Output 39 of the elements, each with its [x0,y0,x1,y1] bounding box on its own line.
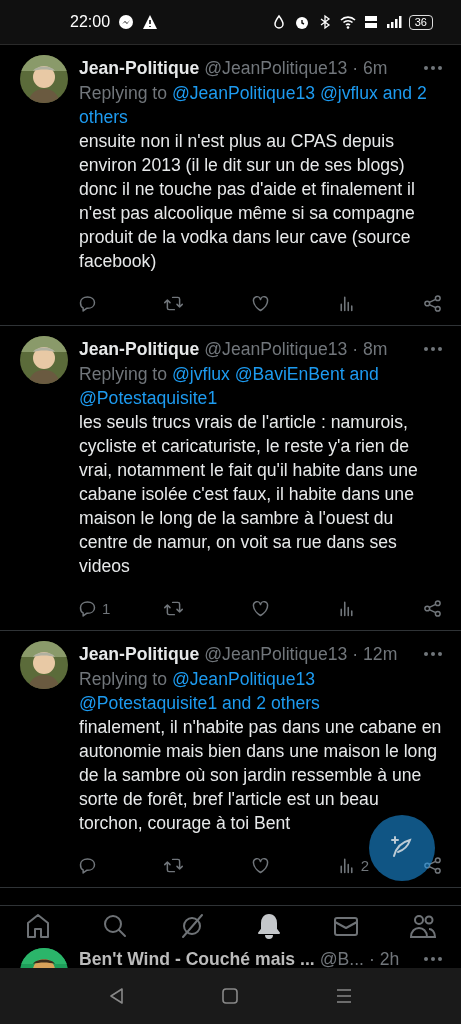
author-name[interactable]: Jean-Politique [79,57,200,79]
warning-icon [142,14,159,30]
reply-context: Replying to @JeanPolitique13 @jvflux and 2 others [79,82,428,129]
author-name[interactable]: Ben't Wind - Couché mais ... [79,948,315,968]
post-time: · 2h [368,948,400,968]
post-time: · 6m [352,57,388,79]
views-count: 2 [360,856,370,874]
author-handle[interactable]: @JeanPolitique13 [204,57,348,79]
more-icon[interactable] [423,956,443,962]
reply-count: 1 [102,599,111,617]
post-time: · 12m [352,643,398,665]
more-icon[interactable] [423,651,443,657]
post-text: finalement, il n'habite pas dans une cabane en autonomie mais bien dans une maison le long de la sambre où son jardin ressemble à une sorte de forêt, bref l'article est un beau torchon, courage à toi Bent [79,716,443,835]
signal-icon [385,14,402,30]
clock-time: 22:00 [70,13,111,31]
more-icon[interactable] [423,346,443,352]
author-handle[interactable]: @JeanPolitique13 [204,643,348,665]
reply-context: Replying to @JeanPolitique13 @Potestaquisite1 and 2 others [79,668,321,715]
post-text: ensuite non il n'est plus au CPAS depuis environ 2013 (il le dit sur un de ses blogs) donc il ne touche pas d'aide et finalement il n'est pas alcoolique même si sa compagne produit de la vodka dans leur cave (source facebook) [79,130,416,273]
author-name[interactable]: Jean-Politique [79,338,200,360]
share-icon[interactable] [422,854,443,876]
author-handle[interactable]: @B... [319,948,364,968]
messenger-icon [118,14,135,30]
avatar[interactable] [20,336,68,384]
author-name[interactable]: Jean-Politique [79,643,200,665]
share-icon[interactable] [422,292,443,314]
avatar[interactable] [20,641,68,689]
home-button-icon[interactable] [220,986,241,1006]
author-handle[interactable]: @JeanPolitique13 [204,338,348,360]
avatar[interactable] [20,55,68,103]
post-text: les seuls trucs vrais de l'article : namurois, cycliste et caricaturiste, le reste y'a rien de vrai, notamment le fait qu'il habite dans une cabane isolée c'est faux, il habite dans une maison le long de la sambre à l'ouest du centre de namur, on voit sa rue dans ses videos [79,411,419,578]
alarm-icon [293,14,310,30]
reply-context: Replying to @jvflux @BaviEnBent and @Potestaquisite1 [79,363,380,410]
people-icon[interactable] [408,912,437,940]
wifi-icon [339,14,356,30]
post-time: · 8m [352,338,388,360]
more-icon[interactable] [423,65,443,71]
battery-level: 36 [408,14,433,30]
share-icon[interactable] [422,597,443,619]
